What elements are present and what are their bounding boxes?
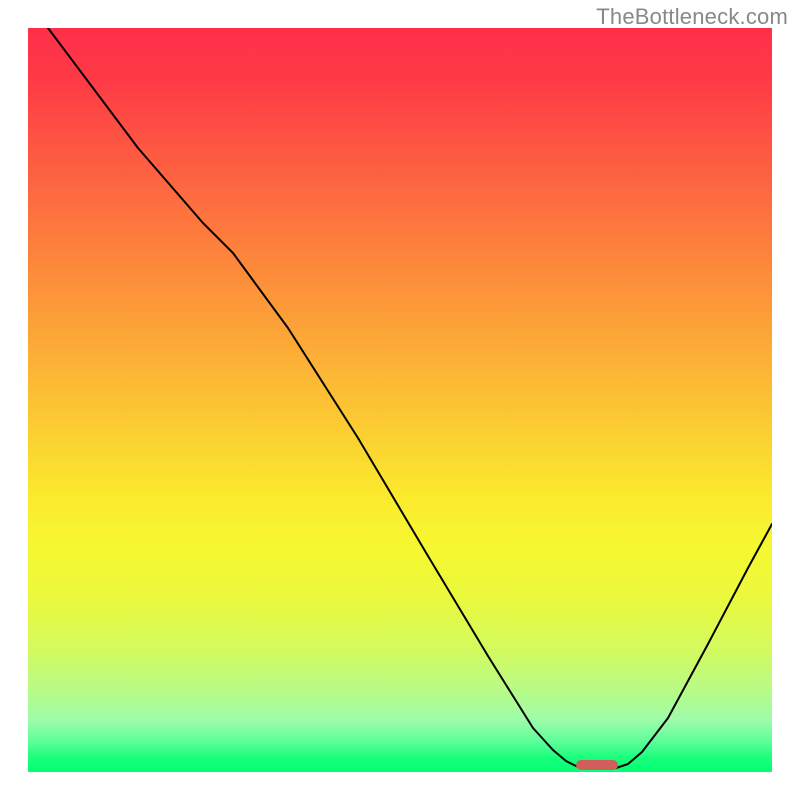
bottleneck-curve	[28, 28, 772, 772]
plot-area	[28, 28, 772, 772]
bottleneck-curve-path	[48, 28, 772, 768]
optimum-marker	[576, 760, 618, 770]
watermark-text: TheBottleneck.com	[596, 4, 788, 30]
